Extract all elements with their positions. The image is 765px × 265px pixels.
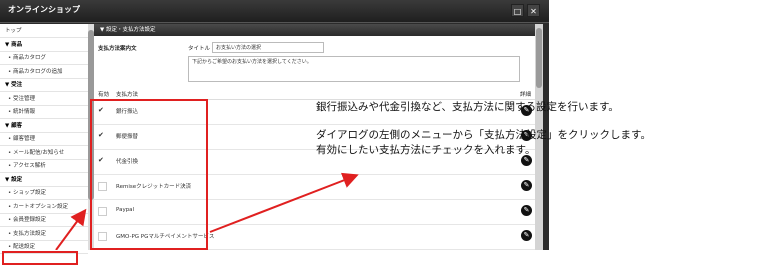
- note-line-2: ダイアログの左側のメニューから「支払方法設定」をクリックします。: [316, 129, 651, 141]
- sidebar-item-4[interactable]: ▼ 受注: [0, 78, 88, 92]
- menu-highlight-box: [2, 251, 78, 265]
- sidebar-item-12[interactable]: • ショップ設定: [0, 186, 88, 200]
- window-title: オンラインショップ: [8, 5, 80, 14]
- app-window: オンラインショップ □ ✕ トップ ▼ 商品 • 商品カタログ • 商品カタログの追加…: [0, 0, 549, 254]
- sidebar-item-9[interactable]: • メール配信/お知らせ: [0, 146, 88, 160]
- note-line-1: 銀行振込みや代金引換など、支払方法に関する設定を行います。: [316, 101, 619, 113]
- sidebar-item-10[interactable]: • アクセス解析: [0, 159, 88, 173]
- restore-button[interactable]: □: [511, 4, 524, 17]
- content-scrollbar-thumb[interactable]: [536, 28, 542, 88]
- section-label: 支払方法案内文: [98, 46, 137, 52]
- col-edit-header: 詳細: [520, 92, 532, 98]
- panel-header: ▼ 設定・支払方法設定: [94, 24, 535, 36]
- edit-icon[interactable]: ✎: [521, 205, 532, 216]
- col-method-header: 支払方法: [116, 92, 139, 98]
- sidebar-item-0[interactable]: トップ: [0, 24, 88, 38]
- sidebar-item-5[interactable]: • 受注管理: [0, 92, 88, 106]
- sidebar-menu: トップ ▼ 商品 • 商品カタログ • 商品カタログの追加 ▼ 受注 • 受注管理 • 統計…: [0, 24, 89, 254]
- col-enabled-header: 有効: [98, 92, 110, 98]
- title-bar: オンラインショップ □ ✕: [0, 0, 549, 23]
- description-textarea[interactable]: 下記からご希望のお支払い方法を選択してください。: [188, 56, 520, 82]
- sidebar-item-1[interactable]: ▼ 商品: [0, 38, 88, 52]
- sidebar-item-11[interactable]: ▼ 設定: [0, 173, 88, 187]
- edit-icon[interactable]: ✎: [521, 230, 532, 241]
- sidebar-item-3[interactable]: • 商品カタログの追加: [0, 65, 88, 79]
- note-line-3: 有効にしたい支払方法にチェックを入れます。: [316, 144, 536, 156]
- sidebar-item-13[interactable]: • カートオプション設定: [0, 200, 88, 214]
- close-button[interactable]: ✕: [527, 4, 540, 17]
- sidebar-item-14[interactable]: • 会員登録設定: [0, 213, 88, 227]
- edit-icon[interactable]: ✎: [521, 180, 532, 191]
- sidebar-item-2[interactable]: • 商品カタログ: [0, 51, 88, 65]
- methods-highlight-box: [90, 99, 208, 250]
- sidebar-item-6[interactable]: • 統計情報: [0, 105, 88, 119]
- sidebar-item-8[interactable]: • 顧客管理: [0, 132, 88, 146]
- title-input[interactable]: お支払い方法の選択: [212, 42, 324, 53]
- sidebar-item-7[interactable]: ▼ 顧客: [0, 119, 88, 133]
- sidebar-item-15[interactable]: • 支払方法設定: [0, 227, 88, 241]
- title-label: タイトル: [188, 46, 211, 52]
